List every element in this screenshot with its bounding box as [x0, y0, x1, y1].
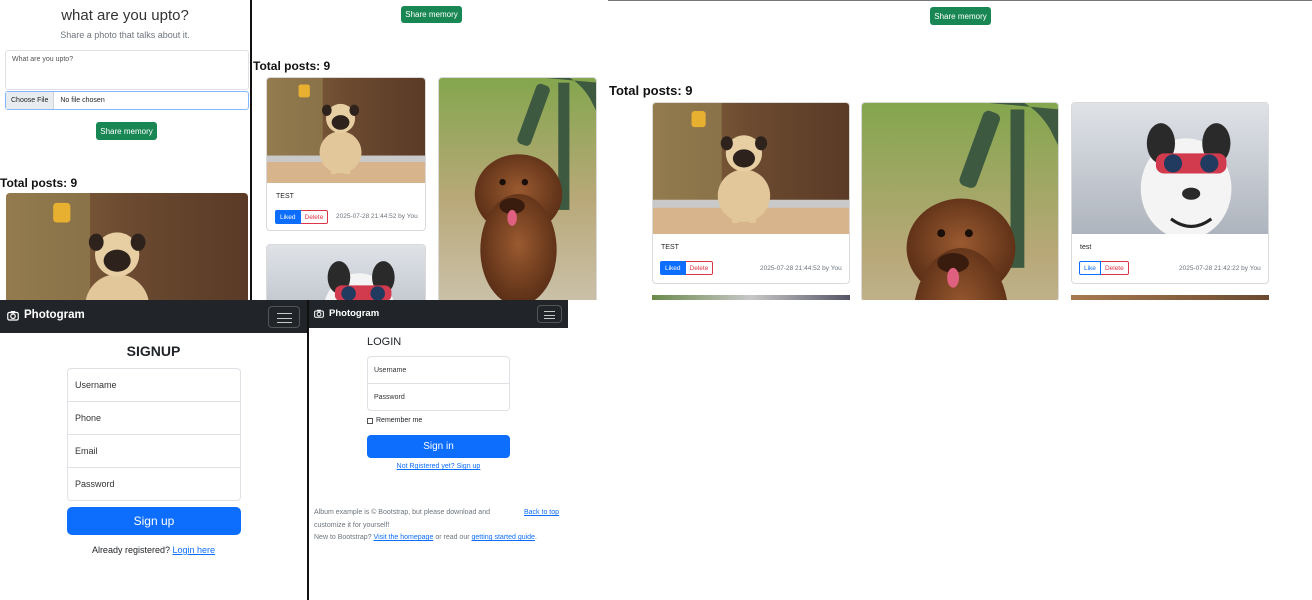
- delete-button[interactable]: Delete: [685, 261, 714, 275]
- post-caption: TEST: [661, 244, 679, 251]
- navbar-toggler[interactable]: [268, 306, 300, 328]
- post-image-partial: [652, 295, 850, 300]
- post-card: TEST Liked Delete 2025-07-28 21:44:52 by…: [266, 77, 426, 231]
- post-card: [438, 77, 597, 300]
- login-heading: LOGIN: [367, 336, 402, 348]
- login-prompt: Already registered? Login here: [0, 545, 307, 555]
- username-field[interactable]: Username: [367, 356, 510, 384]
- total-posts: Total posts: 9: [0, 176, 78, 190]
- no-file-label: No file chosen: [60, 97, 105, 104]
- post-card: TEST Liked Delete 2025-07-28 21:44:52 by…: [652, 102, 850, 284]
- caption-textarea[interactable]: What are you upto?: [5, 50, 249, 90]
- login-panel: Photogram LOGIN Username Password Rememb…: [309, 300, 568, 600]
- post-image-pug: [653, 103, 849, 234]
- signin-button[interactable]: Sign in: [367, 435, 510, 458]
- password-placeholder: Password: [75, 479, 115, 489]
- login-link[interactable]: Login here: [173, 545, 216, 555]
- camera-icon: [7, 310, 19, 321]
- signup-button[interactable]: Sign up: [67, 507, 241, 535]
- post-meta: 2025-07-28 21:42:22 by You: [1179, 265, 1261, 272]
- post-actions: Liked Delete: [660, 261, 714, 275]
- post-caption: TEST: [276, 193, 294, 200]
- post-meta: 2025-07-28 21:44:52 by You: [760, 265, 842, 272]
- post-image-husky: [267, 245, 425, 300]
- share-panel: what are you upto? Share a photo that ta…: [0, 0, 250, 300]
- feed-panel-middle: Share memory Total posts: 9 TEST Liked D…: [252, 0, 608, 300]
- navbar-toggler[interactable]: [537, 305, 562, 323]
- navbar-brand[interactable]: Photogram: [314, 308, 379, 319]
- footer-line3: New to Bootstrap? Visit the homepage or …: [314, 534, 537, 541]
- signup-panel: Photogram SIGNUP Username Phone Email Pa…: [0, 300, 307, 600]
- delete-button[interactable]: Delete: [1100, 261, 1129, 275]
- delete-button[interactable]: Delete: [300, 210, 329, 224]
- post-meta: 2025-07-28 21:44:52 by You: [336, 213, 418, 220]
- back-to-top-link[interactable]: Back to top: [524, 507, 559, 520]
- signup-heading: SIGNUP: [126, 343, 181, 359]
- email-field[interactable]: Email: [67, 434, 241, 468]
- post-image-husky: [1072, 103, 1268, 234]
- signup-link-row: Not Rgistered yet? Sign up: [367, 463, 510, 470]
- file-input[interactable]: Choose File No file chosen: [5, 91, 249, 110]
- post-actions: Liked Delete: [275, 210, 329, 224]
- like-button[interactable]: Liked: [660, 261, 686, 275]
- share-title: what are you upto?: [61, 7, 189, 24]
- post-image-poodle: [439, 78, 596, 300]
- like-button[interactable]: Liked: [275, 210, 301, 224]
- share-subtitle: Share a photo that talks about it.: [60, 30, 190, 40]
- email-placeholder: Email: [75, 446, 98, 456]
- brand-text: Photogram: [24, 309, 85, 321]
- choose-file-button[interactable]: Choose File: [6, 92, 55, 109]
- camera-icon: [314, 309, 324, 318]
- post-card: [266, 244, 426, 300]
- already-text: Already registered?: [91, 545, 170, 555]
- password-placeholder: Password: [374, 393, 405, 401]
- post-caption: test: [1080, 244, 1092, 251]
- navbar: Photogram: [0, 300, 307, 333]
- total-posts: Total posts: 9: [609, 83, 693, 98]
- navbar-brand[interactable]: Photogram: [7, 309, 85, 321]
- total-posts: Total posts: 9: [253, 59, 331, 73]
- share-memory-button[interactable]: Share memory: [930, 7, 991, 25]
- signup-link[interactable]: Not Rgistered yet? Sign up: [397, 463, 481, 470]
- homepage-link[interactable]: Visit the homepage: [374, 534, 434, 541]
- post-image-partial: [1071, 295, 1269, 300]
- caption-placeholder: What are you upto?: [12, 56, 74, 63]
- phone-placeholder: Phone: [75, 413, 102, 423]
- password-field[interactable]: Password: [67, 467, 241, 501]
- remember-checkbox[interactable]: [367, 417, 373, 424]
- post-image-pug: [6, 193, 248, 300]
- share-memory-button[interactable]: Share memory: [401, 6, 462, 23]
- post-card: [861, 102, 1059, 300]
- footer-line2: customize it for yourself!: [314, 521, 390, 529]
- brand-text: Photogram: [329, 308, 380, 319]
- guide-link[interactable]: getting started guide: [472, 534, 535, 541]
- post-image-pug: [267, 78, 425, 183]
- feed-panel-right: Share memory Total posts: 9 TEST Liked D…: [609, 1, 1312, 300]
- post-card: test Like Delete 2025-07-28 21:42:22 by …: [1071, 102, 1269, 284]
- post-image-poodle: [862, 103, 1058, 300]
- remember-label: Remember me: [376, 417, 423, 424]
- post-actions: Like Delete: [1079, 261, 1129, 275]
- username-placeholder: Username: [75, 380, 117, 390]
- username-placeholder: Username: [374, 366, 407, 374]
- phone-field[interactable]: Phone: [67, 401, 241, 435]
- like-button[interactable]: Like: [1079, 261, 1101, 275]
- share-memory-button[interactable]: Share memory: [96, 122, 157, 140]
- navbar: Photogram: [309, 300, 568, 328]
- password-field[interactable]: Password: [367, 383, 510, 411]
- remember-row: Remember me: [367, 417, 422, 424]
- username-field[interactable]: Username: [67, 368, 241, 402]
